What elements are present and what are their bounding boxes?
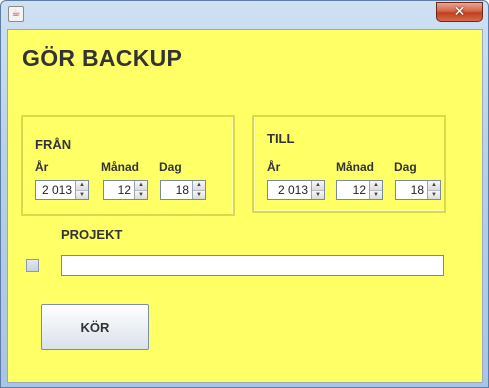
from-year-label: År — [35, 160, 49, 174]
to-date-panel: TILL År Månad Dag 2 013 ▲ ▼ 12 ▲ ▼ 18 ▲ … — [252, 115, 446, 213]
to-month-down-icon[interactable]: ▼ — [370, 189, 382, 199]
close-icon: ✕ — [453, 4, 466, 20]
from-month-up-icon[interactable]: ▲ — [135, 181, 147, 190]
to-year-spinner[interactable]: 2 013 ▲ ▼ — [267, 180, 325, 200]
page-title: GÖR BACKUP — [22, 45, 183, 71]
from-date-panel: FRÅN År Månad Dag 2 013 ▲ ▼ 12 ▲ ▼ 18 ▲ … — [21, 115, 235, 216]
from-day-down-icon[interactable]: ▼ — [193, 189, 205, 199]
from-month-spinner[interactable]: 12 ▲ ▼ — [103, 180, 148, 200]
to-month-spinner[interactable]: 12 ▲ ▼ — [336, 180, 383, 200]
app-window: ☕ ✕ GÖR BACKUP FRÅN År Månad Dag 2 013 ▲… — [0, 0, 489, 388]
from-day-spinner[interactable]: 18 ▲ ▼ — [160, 180, 206, 200]
from-year-down-icon[interactable]: ▼ — [76, 189, 88, 199]
to-year-up-icon[interactable]: ▲ — [312, 181, 324, 190]
from-day-value[interactable]: 18 — [161, 181, 192, 199]
to-day-down-icon[interactable]: ▼ — [428, 189, 440, 199]
to-year-label: År — [267, 160, 281, 174]
from-day-up-icon[interactable]: ▲ — [193, 181, 205, 190]
from-year-spinner[interactable]: 2 013 ▲ ▼ — [35, 180, 89, 200]
from-title: FRÅN — [35, 137, 72, 152]
to-day-spinner[interactable]: 18 ▲ ▼ — [395, 180, 441, 200]
to-day-up-icon[interactable]: ▲ — [428, 181, 440, 190]
to-day-label: Dag — [394, 160, 417, 174]
close-button[interactable]: ✕ — [436, 2, 483, 22]
from-year-value[interactable]: 2 013 — [36, 181, 75, 199]
project-input[interactable] — [61, 255, 444, 276]
from-day-label: Dag — [159, 160, 182, 174]
to-title: TILL — [267, 131, 295, 146]
from-month-label: Månad — [101, 160, 140, 174]
backup-form: GÖR BACKUP FRÅN År Månad Dag 2 013 ▲ ▼ 1… — [7, 29, 483, 383]
title-bar[interactable]: ☕ ✕ — [1, 1, 488, 27]
from-month-down-icon[interactable]: ▼ — [135, 189, 147, 199]
java-cup-icon[interactable]: ☕ — [8, 6, 24, 22]
to-month-up-icon[interactable]: ▲ — [370, 181, 382, 190]
project-checkbox[interactable] — [26, 259, 39, 272]
to-month-value[interactable]: 12 — [337, 181, 369, 199]
from-month-value[interactable]: 12 — [104, 181, 134, 199]
to-year-down-icon[interactable]: ▼ — [312, 189, 324, 199]
run-button[interactable]: KÖR — [41, 304, 149, 350]
from-year-up-icon[interactable]: ▲ — [76, 181, 88, 190]
to-year-value[interactable]: 2 013 — [268, 181, 311, 199]
to-day-value[interactable]: 18 — [396, 181, 427, 199]
project-label: PROJEKT — [61, 227, 123, 242]
to-month-label: Månad — [336, 160, 375, 174]
